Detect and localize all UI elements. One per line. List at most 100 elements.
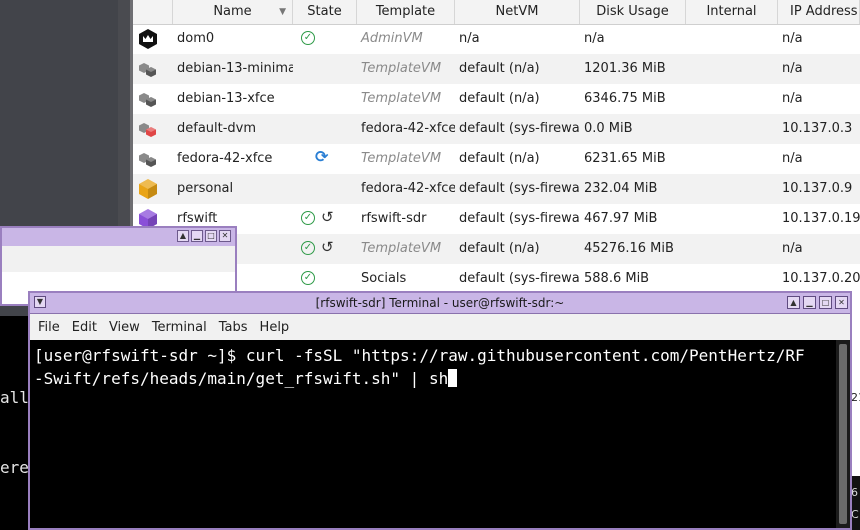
qube-template: TemplateVM: [361, 91, 442, 106]
qube-internal: [686, 234, 778, 264]
scrollbar-thumb[interactable]: [839, 344, 847, 524]
shade-icon[interactable]: ▲: [787, 296, 800, 309]
qube-internal: [686, 24, 778, 54]
left-terminal-line: all: [0, 388, 29, 407]
qube-template: TemplateVM: [361, 61, 442, 76]
menu-help[interactable]: Help: [254, 320, 296, 335]
maximize-icon[interactable]: □: [819, 296, 832, 309]
table-row[interactable]: dom0 ✓ AdminVM n/a n/a n/a: [133, 24, 860, 54]
qube-name: personal: [177, 181, 234, 196]
cube-icon: [133, 84, 173, 114]
qube-template: TemplateVM: [361, 151, 442, 166]
qube-name: debian-13-minimal: [177, 61, 293, 76]
table-row[interactable]: debian-13-xfce TemplateVM default (n/a) 634…: [133, 84, 860, 114]
qube-internal: [686, 174, 778, 204]
qube-ip-address: 10.137.0.9: [782, 181, 853, 196]
qube-netvm: default (n/a): [459, 151, 540, 166]
qube-disk-usage: 467.97 MiB: [584, 211, 658, 226]
qube-name: default-dvm: [177, 121, 257, 136]
running-ok-icon: ✓: [301, 31, 315, 45]
table-row[interactable]: rfswift ✓ ↺ rfswift-sdr default (sys-firewal…: [133, 204, 860, 234]
table-row[interactable]: ✓ ↺ TemplateVM default (n/a) 45276.16 MiB n/a: [133, 234, 860, 264]
updates-available-icon: ⟳: [315, 147, 329, 166]
terminal-output[interactable]: [user@rfswift-sdr ~]$ curl -fsSL "https:…: [30, 340, 836, 528]
table-header: Name ▼ State Template NetVM Disk Usage In…: [133, 0, 860, 25]
qube-disk-usage: 0.0 MiB: [584, 121, 633, 136]
column-header-icon[interactable]: [133, 0, 173, 24]
right-fragment-text: C: [851, 508, 859, 521]
background-window-titlebar[interactable]: ▲ ▁ □ ✕: [2, 228, 235, 246]
terminal-line: [user@rfswift-sdr ~]$ curl -fsSL "https:…: [34, 346, 805, 365]
column-header-disk-usage[interactable]: Disk Usage: [580, 0, 686, 24]
qube-state: [293, 54, 357, 84]
qube-state: [293, 174, 357, 204]
close-icon[interactable]: ✕: [835, 296, 848, 309]
qube-netvm: default (n/a): [459, 61, 540, 76]
qube-state: [293, 84, 357, 114]
column-header-state[interactable]: State: [293, 0, 357, 24]
qube-template: TemplateVM: [361, 241, 442, 256]
terminal-title: [rfswift-sdr] Terminal - user@rfswift-sd…: [315, 296, 565, 310]
table-row[interactable]: personal fedora-42-xfce default (sys-firew…: [133, 174, 860, 204]
qube-disk-usage: n/a: [584, 31, 605, 46]
menu-file[interactable]: File: [30, 320, 66, 335]
shade-icon[interactable]: ▲: [177, 230, 189, 242]
table-row[interactable]: debian-13-minimal TemplateVM default (n/a)…: [133, 54, 860, 84]
qube-template: rfswift-sdr: [361, 211, 427, 226]
qube-ip-address: n/a: [782, 61, 803, 76]
qube-netvm: default (n/a): [459, 91, 540, 106]
qube-disk-usage: 1201.36 MiB: [584, 61, 666, 76]
terminal-scrollbar[interactable]: [836, 340, 850, 528]
qube-disk-usage: 6231.65 MiB: [584, 151, 666, 166]
table-row[interactable]: work✓Socialsdefault (sys-firewall)588.6 …: [133, 264, 860, 294]
minimize-icon[interactable]: ▁: [191, 230, 203, 242]
qube-netvm: default (sys-firewall): [459, 121, 580, 136]
table-row[interactable]: fedora-42-xfce ⟳ TemplateVM default (n/a) 62…: [133, 144, 860, 174]
qube-template: fedora-42-xfce: [361, 181, 455, 196]
maximize-icon[interactable]: □: [205, 230, 217, 242]
qube-netvm: default (sys-firewall): [459, 181, 580, 196]
text-cursor: [448, 369, 458, 387]
menu-tabs[interactable]: Tabs: [213, 320, 254, 335]
qube-state: ✓: [293, 24, 357, 54]
qube-name: debian-13-xfce: [177, 91, 275, 106]
table-row[interactable]: default-dvm fedora-42-xfce default (sys-fi…: [133, 114, 860, 144]
terminal-titlebar[interactable]: ▼ [rfswift-sdr] Terminal - user@rfswift-…: [30, 293, 850, 314]
minimize-icon[interactable]: ▁: [803, 296, 816, 309]
qube-state: [293, 114, 357, 144]
qube-netvm: default (n/a): [459, 241, 540, 256]
qube-netvm: default (sys-firewall): [459, 211, 580, 226]
qube-ip-address: 10.137.0.20: [782, 271, 860, 286]
column-header-ip-address[interactable]: IP Address: [778, 0, 860, 24]
background-window-menubar: [2, 246, 235, 272]
menu-terminal[interactable]: Terminal: [146, 320, 213, 335]
qube-internal: [686, 204, 778, 234]
qube-internal: [686, 84, 778, 114]
restart-needed-icon: ↺: [321, 238, 334, 256]
qube-internal: [686, 54, 778, 84]
qube-ip-address: n/a: [782, 31, 803, 46]
sort-down-icon: ▼: [279, 7, 286, 17]
column-header-template[interactable]: Template: [357, 0, 455, 24]
qube-state: ⟳: [293, 144, 357, 174]
qube-template: Socials: [361, 271, 407, 286]
running-ok-icon: ✓: [301, 211, 315, 225]
menu-edit[interactable]: Edit: [66, 320, 103, 335]
qube-ip-address: n/a: [782, 91, 803, 106]
cube-icon: [133, 144, 173, 174]
terminal-line-with-cursor: -Swift/refs/heads/main/get_rfswift.sh" |…: [34, 369, 458, 388]
menu-view[interactable]: View: [103, 320, 146, 335]
column-header-internal[interactable]: Internal: [686, 0, 778, 24]
qube-name: dom0: [177, 31, 215, 46]
column-header-name[interactable]: Name ▼: [173, 0, 293, 24]
running-ok-icon: ✓: [301, 241, 315, 255]
cube-icon: [133, 114, 173, 144]
cube-icon: [133, 174, 173, 204]
qube-internal: [686, 114, 778, 144]
qube-disk-usage: 232.04 MiB: [584, 181, 658, 196]
close-icon[interactable]: ✕: [219, 230, 231, 242]
terminal-menubar: File Edit View Terminal Tabs Help: [30, 314, 850, 340]
column-header-netvm[interactable]: NetVM: [455, 0, 580, 24]
qube-template: fedora-42-xfce: [361, 121, 455, 136]
qube-ip-address: 10.137.0.19: [782, 211, 860, 226]
